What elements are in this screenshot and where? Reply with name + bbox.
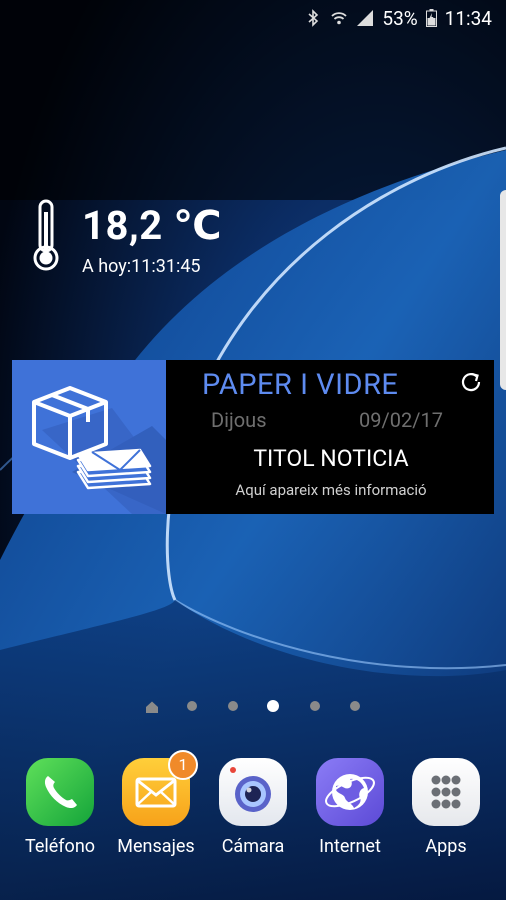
widget-title: PAPER I VIDRE <box>202 368 399 402</box>
signal-icon <box>356 9 374 27</box>
status-bar: 53% 11:34 <box>0 0 506 36</box>
app-label: Apps <box>425 836 467 857</box>
phone-icon[interactable] <box>26 758 94 826</box>
temperature: 18,2 ℃ <box>82 202 223 249</box>
collection-date: 09/02/17 <box>359 408 443 432</box>
app-label: Cámara <box>221 836 285 857</box>
wifi-icon <box>330 9 348 27</box>
refresh-icon[interactable] <box>458 369 484 395</box>
app-dock: Teléfono 1 Mensajes Cámara Internet Apps <box>0 750 506 876</box>
edge-panel-handle[interactable] <box>500 190 506 390</box>
widget-icon-box <box>12 360 166 514</box>
app-drawer[interactable]: Apps <box>398 756 494 866</box>
battery-icon <box>425 9 437 27</box>
app-label: Mensajes <box>117 836 195 857</box>
page-dot[interactable] <box>310 701 320 711</box>
update-time: A hoy:11:31:45 <box>82 256 201 277</box>
news-title: TITOL NOTICIA <box>253 445 409 472</box>
page-dot[interactable] <box>187 701 197 711</box>
app-internet[interactable]: Internet <box>302 756 398 866</box>
bluetooth-icon <box>304 9 322 27</box>
apps-grid-icon[interactable] <box>412 758 480 826</box>
app-label: Internet <box>319 836 381 857</box>
camera-icon[interactable] <box>219 758 287 826</box>
collection-day: Dijous <box>211 408 267 432</box>
page-indicator[interactable] <box>140 698 370 714</box>
page-dot-active[interactable] <box>267 700 279 712</box>
unread-badge: 1 <box>168 750 198 780</box>
battery-percent: 53% <box>382 6 418 30</box>
app-label: Teléfono <box>24 836 96 857</box>
news-info: Aquí apareix més informació <box>235 481 427 499</box>
weather-widget[interactable]: 18,2 ℃ A hoy:11:31:45 <box>30 198 250 288</box>
recycling-widget[interactable]: PAPER I VIDRE Dijous 09/02/17 TITOL NOTI… <box>12 360 494 514</box>
home-page-icon[interactable] <box>145 699 159 713</box>
package-paper-icon <box>12 386 166 514</box>
app-mensajes[interactable]: 1 Mensajes <box>108 750 204 866</box>
page-dot[interactable] <box>228 701 238 711</box>
page-dot[interactable] <box>350 701 360 711</box>
globe-icon[interactable] <box>316 758 384 826</box>
app-camara[interactable]: Cámara <box>205 756 301 866</box>
thermometer-icon <box>30 198 64 272</box>
app-telefono[interactable]: Teléfono <box>12 756 108 866</box>
clock: 11:34 <box>444 6 492 30</box>
